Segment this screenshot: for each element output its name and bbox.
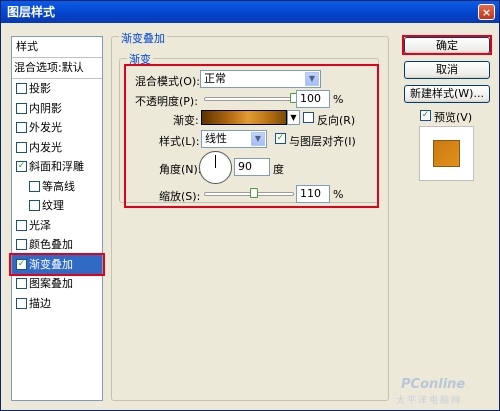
angle-dial-hand (215, 155, 216, 168)
style-item-checkbox[interactable] (16, 297, 27, 309)
style-item-checkbox[interactable] (16, 219, 27, 231)
watermark-subtitle: 太平洋电脑网 (396, 396, 463, 406)
style-item-11[interactable]: 描边 (12, 294, 102, 314)
title-bar: 图层样式 × (1, 1, 499, 23)
opacity-input[interactable]: 100 (296, 90, 330, 108)
style-item-label: 纹理 (42, 199, 64, 212)
style-item-label: 内发光 (29, 140, 62, 154)
style-item-2[interactable]: 外发光 (12, 118, 102, 138)
style-label: 样式(L): (159, 135, 200, 148)
new-style-button[interactable]: 新建样式(W)... (404, 85, 490, 103)
scale-slider-thumb[interactable] (249, 188, 258, 198)
style-item-3[interactable]: 内发光 (12, 138, 102, 158)
style-item-checkbox[interactable]: ✓ (16, 258, 27, 270)
blend-mode-label: 混合模式(O): (135, 75, 200, 88)
style-item-label: 描边 (29, 296, 51, 310)
chevron-down-icon[interactable]: ▼ (251, 132, 265, 146)
ok-button[interactable]: 确定 (404, 37, 490, 54)
style-item-label: 等高线 (42, 179, 75, 193)
align-with-layer-label: 与图层对齐(I) (289, 135, 356, 148)
style-item-6[interactable]: 纹理 (12, 196, 102, 216)
style-item-1[interactable]: 内阴影 (12, 99, 102, 119)
style-item-0[interactable]: 投影 (12, 79, 102, 99)
blend-mode-value: 正常 (204, 72, 226, 85)
style-item-checkbox[interactable] (29, 200, 40, 211)
reverse-label: 反向(R) (317, 114, 356, 127)
angle-unit: 度 (273, 163, 284, 176)
scale-unit: % (333, 188, 344, 201)
style-select[interactable]: 线性 ▼ (201, 130, 267, 148)
gradient-subgroup-title: 渐变 (127, 51, 153, 67)
watermark-logo: PConline (401, 377, 466, 392)
style-item-label: 渐变叠加 (29, 257, 73, 271)
gradient-label: 渐变: (173, 114, 199, 127)
blending-options-item[interactable]: 混合选项:默认 (12, 58, 102, 79)
opacity-label: 不透明度(P): (135, 95, 198, 108)
style-item-checkbox[interactable] (29, 180, 40, 192)
style-item-checkbox[interactable] (16, 102, 27, 114)
style-item-8[interactable]: 颜色叠加 (12, 235, 102, 255)
angle-input[interactable]: 90 (234, 158, 270, 176)
style-item-4[interactable]: ✓ 斜面和浮雕 (12, 157, 102, 177)
angle-label: 角度(N): (159, 163, 202, 176)
window-title: 图层样式 (7, 5, 56, 19)
style-item-checkbox[interactable] (16, 83, 27, 94)
reverse-checkbox[interactable] (303, 112, 314, 123)
gradient-overlay-title: 渐变叠加 (119, 30, 167, 46)
style-item-label: 投影 (29, 82, 51, 95)
preview-label: 预览(V) (434, 111, 473, 124)
close-button[interactable]: × (478, 4, 495, 20)
style-item-checkbox[interactable] (16, 122, 27, 133)
chevron-down-icon[interactable]: ▼ (305, 72, 319, 86)
styles-list: 样式 混合选项:默认 投影 内阴影 外发光 内发光 ✓ 斜面和浮雕 等高线 纹理 光泽 颜色叠加 ✓… (9, 36, 105, 401)
style-item-label: 颜色叠加 (29, 238, 73, 251)
preview-swatch (433, 140, 460, 167)
gradient-dropdown-icon[interactable]: ▼ (287, 110, 300, 125)
blend-mode-select[interactable]: 正常 ▼ (200, 70, 321, 88)
style-item-10[interactable]: 图案叠加 (12, 274, 102, 294)
style-item-label: 内阴影 (29, 101, 62, 115)
angle-dial[interactable] (199, 151, 232, 184)
gradient-swatch[interactable] (201, 110, 287, 125)
style-item-label: 光泽 (29, 218, 51, 232)
opacity-slider[interactable] (204, 97, 294, 101)
preview-thumbnail (419, 126, 474, 181)
opacity-unit: % (333, 93, 344, 106)
style-value: 线性 (205, 132, 227, 145)
cancel-button[interactable]: 取消 (404, 61, 490, 79)
style-item-label: 斜面和浮雕 (29, 160, 84, 173)
style-item-checkbox[interactable] (16, 278, 27, 289)
scale-input[interactable]: 110 (296, 185, 330, 203)
preview-checkbox[interactable]: ✓ (420, 110, 431, 121)
style-item-label: 图案叠加 (29, 277, 73, 290)
style-item-checkbox[interactable]: ✓ (16, 161, 27, 172)
scale-label: 缩放(S): (159, 190, 201, 203)
style-item-label: 外发光 (29, 121, 62, 134)
style-item-9[interactable]: ✓ 渐变叠加 (9, 252, 105, 276)
style-item-7[interactable]: 光泽 (12, 216, 102, 236)
layer-style-dialog: 图层样式 × 样式 混合选项:默认 投影 内阴影 外发光 内发光 ✓ 斜面和浮雕 等高线 纹理… (0, 0, 500, 411)
styles-header[interactable]: 样式 (12, 37, 102, 58)
style-item-checkbox[interactable] (16, 141, 27, 153)
align-with-layer-checkbox[interactable]: ✓ (275, 133, 286, 144)
style-item-5[interactable]: 等高线 (12, 177, 102, 197)
style-item-checkbox[interactable] (16, 239, 27, 250)
